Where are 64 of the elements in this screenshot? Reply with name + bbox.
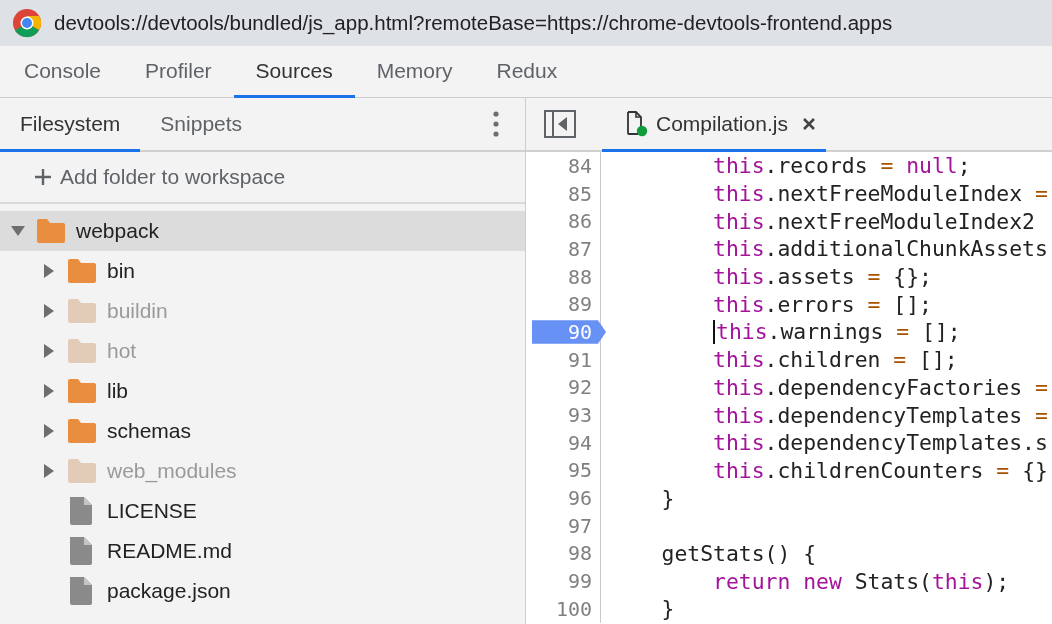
navigator-tab[interactable]: Snippets xyxy=(140,98,263,152)
file-icon xyxy=(626,110,648,137)
add-folder-button[interactable]: Add folder to workspace xyxy=(0,152,525,204)
line-number[interactable]: 94 xyxy=(526,428,600,457)
code-line: return new Stats(this); xyxy=(712,568,1010,594)
line-number[interactable]: 86 xyxy=(526,207,600,236)
code-line: this.childrenCounters = {} xyxy=(712,457,1048,483)
line-number[interactable]: 98 xyxy=(526,539,600,568)
line-number[interactable]: 84 xyxy=(526,152,600,180)
line-number[interactable]: 100 xyxy=(526,595,600,623)
code-line: } xyxy=(660,485,675,511)
line-number[interactable]: 96 xyxy=(526,484,600,512)
tree-item[interactable]: README.md xyxy=(0,531,525,571)
tree-item[interactable]: hot xyxy=(0,331,525,371)
code-line: this.dependencyTemplates = xyxy=(712,402,1048,428)
code-line: this.errors = []; xyxy=(712,291,932,317)
more-options-icon[interactable] xyxy=(493,111,499,137)
line-number[interactable]: 92 xyxy=(526,373,600,402)
line-number[interactable]: 93 xyxy=(526,401,600,429)
folder-icon xyxy=(67,258,97,284)
line-number[interactable]: 97 xyxy=(526,511,600,540)
window-title: devtools://devtools/bundled/js_app.html?remoteBase=https://chrome-devtools-frontend.apps xyxy=(54,11,893,35)
line-number[interactable]: 91 xyxy=(526,345,600,374)
tree-item[interactable]: web_modules xyxy=(0,451,525,491)
folder-icon xyxy=(67,378,97,404)
navigator-tab[interactable]: Filesystem xyxy=(0,98,141,152)
close-icon[interactable] xyxy=(801,116,816,131)
code-line: this.children = []; xyxy=(712,347,958,373)
panel-tab[interactable]: Memory xyxy=(354,46,475,98)
tree-item[interactable]: bin xyxy=(0,251,525,291)
panel-tab[interactable]: Redux xyxy=(474,46,580,98)
code-line: this.assets = {}; xyxy=(712,264,932,290)
code-line: this.dependencyTemplates.s xyxy=(712,430,1048,456)
folder-icon xyxy=(67,298,97,324)
code-line: } xyxy=(660,596,675,622)
code-line: getStats() { xyxy=(660,540,817,566)
code-line: this.nextFreeModuleIndex2 xyxy=(712,208,1035,234)
line-number[interactable]: 95 xyxy=(526,456,600,485)
panel-tab[interactable]: Console xyxy=(2,46,124,98)
browser-logo-icon xyxy=(12,8,42,38)
tree-item[interactable]: buildin xyxy=(0,291,525,331)
folder-icon xyxy=(36,218,66,244)
panel-tab[interactable]: Profiler xyxy=(123,46,234,98)
line-number[interactable]: 89 xyxy=(526,290,600,319)
tree-item[interactable]: lib xyxy=(0,371,525,411)
folder-icon xyxy=(67,418,97,444)
line-number[interactable]: 87 xyxy=(526,235,600,263)
line-number[interactable]: 85 xyxy=(526,179,600,208)
sidebar-toggle-icon[interactable] xyxy=(544,110,576,138)
tree-item[interactable]: webpack xyxy=(0,211,525,251)
collapse-arrow-icon[interactable] xyxy=(10,225,26,237)
line-number[interactable]: 88 xyxy=(526,262,600,291)
folder-icon xyxy=(67,338,97,364)
tree-item[interactable]: schemas xyxy=(0,411,525,451)
folder-icon xyxy=(67,458,97,484)
code-line: this.dependencyFactories = xyxy=(712,374,1048,400)
plus-icon xyxy=(34,168,52,186)
code-line: this.records = null; xyxy=(712,153,971,179)
tree-item[interactable]: LICENSE xyxy=(0,491,525,531)
breakpoint-marker[interactable]: 90 xyxy=(532,318,606,346)
tree-item[interactable]: package.json xyxy=(0,571,525,611)
code-line: this.additionalChunkAssets xyxy=(712,236,1048,262)
line-number[interactable]: 99 xyxy=(526,567,600,595)
code-line: this.nextFreeModuleIndex = xyxy=(712,181,1048,207)
